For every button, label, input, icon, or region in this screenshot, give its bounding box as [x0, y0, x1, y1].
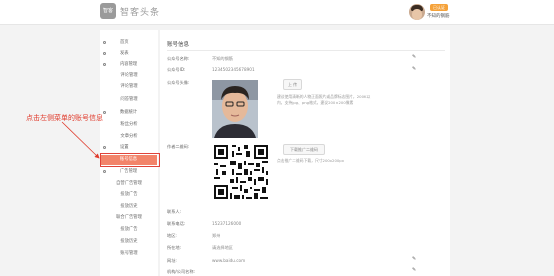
annotation-text: 点击左侧菜单的账号信息 — [26, 114, 103, 122]
annotation-arrow — [61, 121, 100, 159]
annotation-highlight-box — [100, 153, 160, 167]
